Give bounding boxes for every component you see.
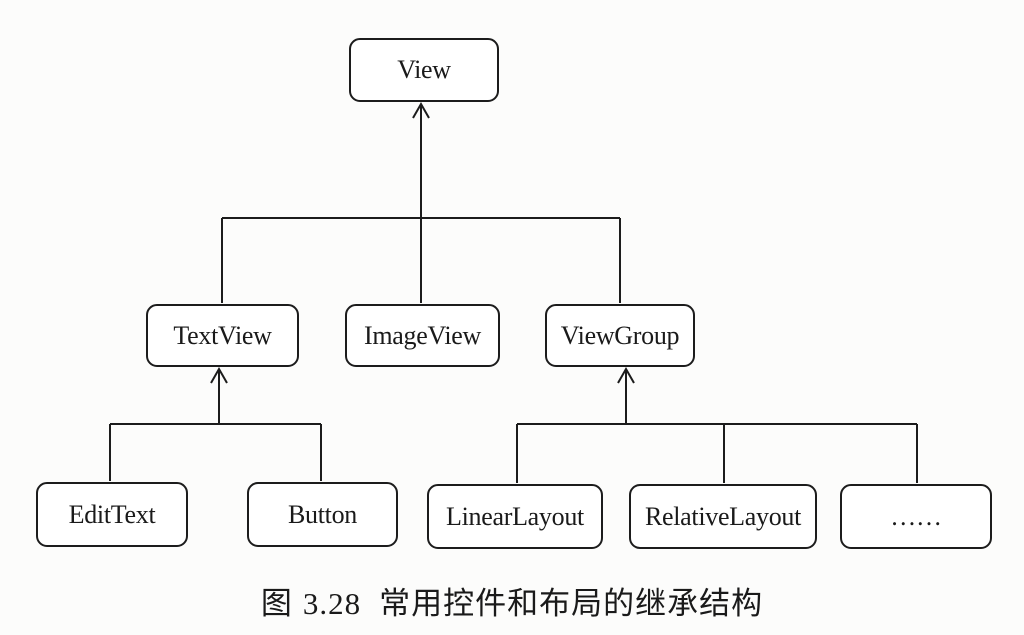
- node-viewgroup: ViewGroup: [545, 304, 695, 367]
- node-button: Button: [247, 482, 398, 547]
- node-view: View: [349, 38, 499, 102]
- node-relativelayout: RelativeLayout: [629, 484, 817, 549]
- node-more-ellipsis: ……: [840, 484, 992, 549]
- caption-prefix: 图: [260, 586, 293, 621]
- node-textview: TextView: [146, 304, 299, 367]
- node-edittext: EditText: [36, 482, 188, 547]
- caption-number: 3.28: [302, 586, 362, 621]
- node-linearlayout: LinearLayout: [427, 484, 603, 549]
- caption-title: 常用控件和布局的继承结构: [379, 586, 764, 621]
- node-imageview: ImageView: [345, 304, 500, 367]
- figure-caption: 图 3.28 常用控件和布局的继承结构: [0, 578, 1024, 623]
